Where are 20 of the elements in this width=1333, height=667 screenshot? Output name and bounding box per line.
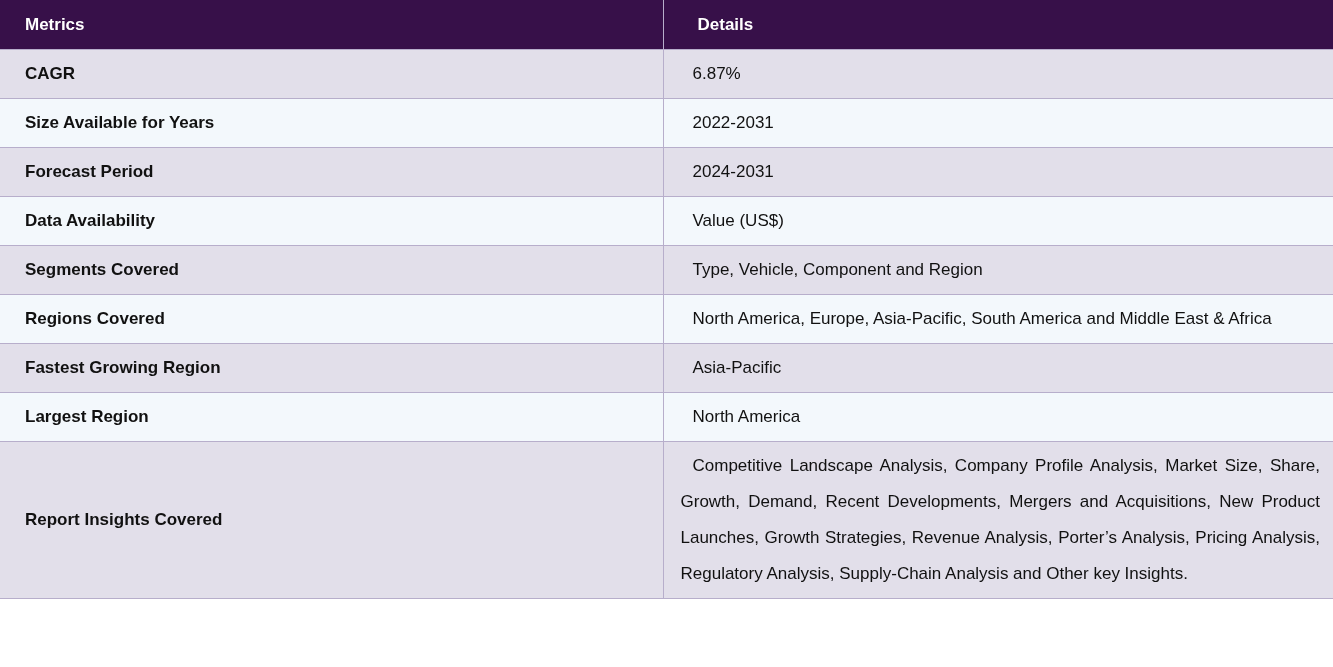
detail-cell: Asia-Pacific [663,343,1333,393]
column-header: Metrics [0,0,663,50]
metric-cell: Largest Region [0,392,663,442]
metric-cell: Report Insights Covered [0,441,663,599]
detail-cell: 2022-2031 [663,98,1333,148]
detail-cell: Competitive Landscape Analysis, Company Profile Analysis, Market Size, Share, Growth, Demand, Recent Developments, Mergers and Acquisitions, New Product Launches, Growth Strategies, Revenue Analysis, Porter’s Analysis, Pricing Analysis, Regulatory Analysis, Supply-Chain Analysis and Other key Insights. [663,441,1333,599]
detail-cell: Value (US$) [663,196,1333,246]
metric-cell: Size Available for Years [0,98,663,148]
metric-cell: Forecast Period [0,147,663,197]
metric-cell: Regions Covered [0,294,663,344]
metric-cell: CAGR [0,49,663,99]
detail-cell: Type, Vehicle, Component and Region [663,245,1333,295]
metric-cell: Segments Covered [0,245,663,295]
metric-cell: Data Availability [0,196,663,246]
detail-cell: 6.87% [663,49,1333,99]
column-header: Details [663,0,1333,50]
detail-cell: North America, Europe, Asia-Pacific, South America and Middle East & Africa [663,294,1333,344]
detail-cell: North America [663,392,1333,442]
detail-cell: 2024-2031 [663,147,1333,197]
metric-cell: Fastest Growing Region [0,343,663,393]
